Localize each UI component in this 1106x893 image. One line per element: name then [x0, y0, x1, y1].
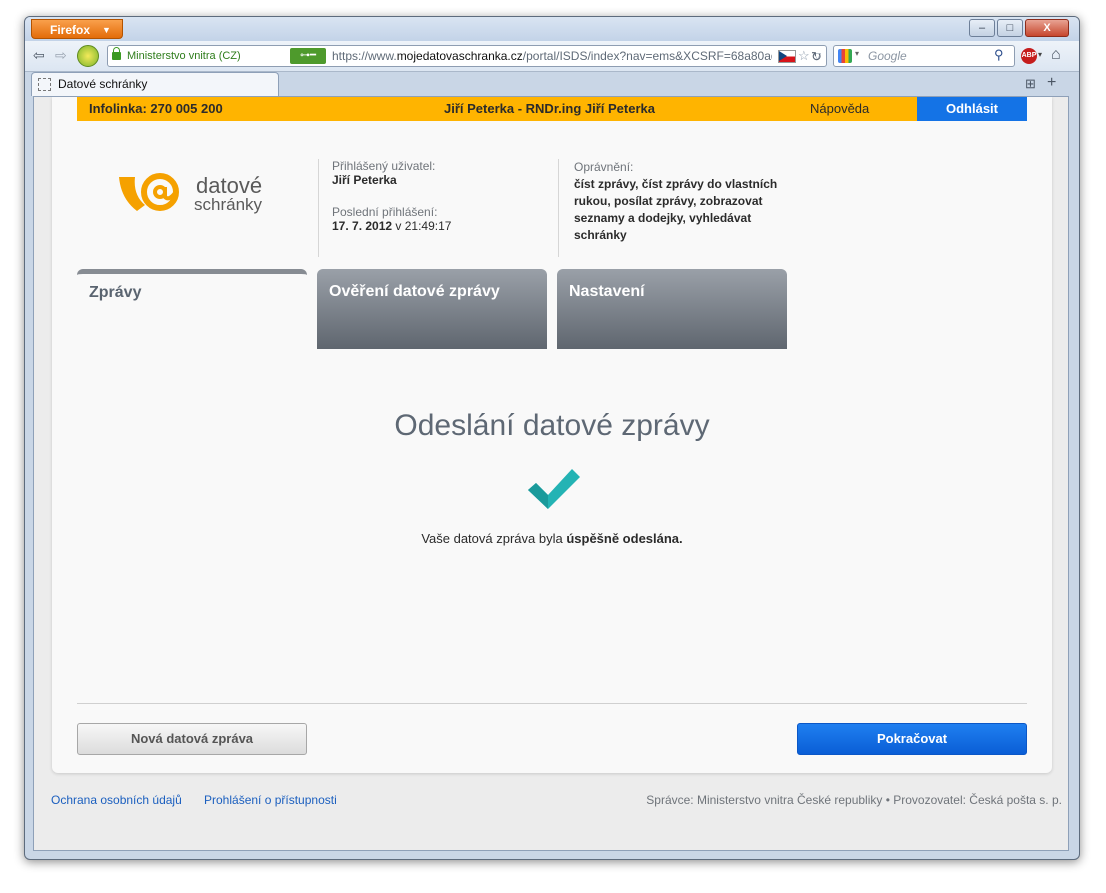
last-login-value: 17. 7. 2012 v 21:49:17 [332, 219, 451, 233]
back-icon[interactable]: ⇦ [33, 47, 45, 64]
reload-icon[interactable]: ↻ [811, 49, 822, 65]
permissions-info: Oprávnění: číst zprávy, číst zprávy do v… [574, 159, 814, 244]
logged-user-info: Přihlášený uživatel: Jiří Peterka [332, 159, 435, 187]
tab-overeni[interactable]: Ověření datové zprávy [317, 269, 547, 349]
key-icon[interactable]: ⊶━ [290, 48, 326, 64]
help-link[interactable]: Nápověda [810, 97, 869, 121]
last-login-label: Poslední přihlášení: [332, 205, 438, 219]
url-path: /portal/ISDS/index?nav=ems&XCSRF=68a80ad [522, 49, 772, 63]
title-bar: Firefox ▼ – □ X [25, 17, 1079, 41]
permissions-line1: číst zprávy, číst zprávy do vlastních [574, 177, 778, 191]
logo-text-line2: schránky [194, 195, 263, 214]
web-viewport: Infolinka: 270 005 200 Jiří Peterka - RN… [33, 96, 1069, 851]
continue-button[interactable]: Pokračovat [797, 723, 1027, 755]
last-login-date: 17. 7. 2012 [332, 219, 393, 233]
page-favicon-icon [38, 78, 51, 91]
maximize-button[interactable]: □ [997, 19, 1023, 37]
close-button[interactable]: X [1025, 19, 1069, 37]
hotline-text: Infolinka: 270 005 200 [89, 101, 223, 116]
logged-user-value: Jiří Peterka [332, 173, 397, 187]
permissions-label: Oprávnění: [574, 160, 634, 174]
search-engine-chevron-icon[interactable]: ▾ [855, 49, 859, 58]
tab-nastaveni[interactable]: Nastavení [557, 269, 787, 349]
tab-zpravy[interactable]: Zprávy [77, 269, 307, 349]
logged-user-text: Jiří Peterka - RNDr.ing Jiří Peterka [444, 101, 655, 116]
message-suffix: . [679, 531, 683, 546]
permissions-separator [558, 159, 559, 257]
operator-text: Správce: Ministerstvo vnitra České repub… [646, 793, 1062, 807]
navigation-toolbar: ⇦ ⇨ Ministerstvo vnitra (CZ) ⊶━ https://… [25, 41, 1079, 72]
privacy-addon-icon[interactable] [77, 45, 99, 67]
info-separator [318, 159, 319, 257]
search-input[interactable]: Google [868, 48, 907, 64]
adblock-icon[interactable]: ABP [1021, 48, 1037, 64]
new-tab-icon[interactable]: + [1047, 74, 1056, 92]
permissions-line2: rukou, posílat zprávy, zobrazovat [574, 194, 763, 208]
tab-strip: Datové schránky ⊞ + [25, 72, 1079, 96]
message-prefix: Vaše datová zpráva byla [421, 531, 567, 546]
permissions-line4: schránky [574, 228, 627, 242]
logged-user-label: Přihlášený uživatel: [332, 159, 436, 173]
lock-icon [112, 47, 121, 60]
site-identity-label: Ministerstvo vnitra (CZ) [127, 50, 241, 62]
checkmark-icon [528, 469, 580, 509]
message-strong: úspěšně odeslána [566, 531, 680, 546]
url-text[interactable]: https://www.mojedatovaschranka.cz/portal… [332, 48, 772, 64]
browser-window: Firefox ▼ – □ X ⇦ ⇨ Ministerstvo vnitra … [24, 16, 1080, 860]
accessibility-link[interactable]: Prohlášení o přístupnosti [204, 793, 337, 807]
url-domain: mojedatovaschranka.cz [396, 49, 523, 63]
bookmark-star-icon[interactable]: ☆ [798, 48, 810, 64]
top-info-bar: Infolinka: 270 005 200 Jiří Peterka - RN… [77, 97, 1027, 121]
tab-groups-icon[interactable]: ⊞ [1025, 76, 1036, 92]
last-login-time: v 21:49:17 [392, 219, 452, 233]
browser-tab-title: Datové schránky [58, 77, 148, 91]
page-container: Infolinka: 270 005 200 Jiří Peterka - RN… [52, 97, 1052, 773]
browser-tab[interactable]: Datové schránky [31, 72, 279, 96]
forward-icon[interactable]: ⇨ [55, 47, 67, 64]
logout-button[interactable]: Odhlásit [917, 97, 1027, 121]
page-title: Odeslání datové zprávy [394, 409, 710, 442]
search-icon[interactable]: ⚲ [994, 47, 1004, 63]
divider [77, 703, 1027, 704]
url-bar[interactable]: Ministerstvo vnitra (CZ) ⊶━ https://www.… [107, 45, 827, 67]
site-identity[interactable]: Ministerstvo vnitra (CZ) [112, 47, 241, 64]
permissions-line3: seznamy a dodejky, vyhledávat [574, 211, 752, 225]
minimize-button[interactable]: – [969, 19, 995, 37]
czech-flag-icon [778, 50, 796, 63]
search-bar[interactable]: ▾ Google ⚲ [833, 45, 1015, 67]
firefox-menu-label: Firefox [50, 23, 91, 37]
chevron-down-icon: ▼ [102, 25, 111, 35]
datove-schranky-logo[interactable]: datové schránky [117, 173, 277, 233]
success-message: Vaše datová zpráva byla úspěšně odeslána… [52, 531, 1052, 546]
home-icon[interactable]: ⌂ [1051, 46, 1061, 64]
google-icon[interactable] [838, 49, 852, 63]
new-message-button[interactable]: Nová datová zpráva [77, 723, 307, 755]
firefox-menu-button[interactable]: Firefox ▼ [31, 19, 123, 39]
adblock-menu-icon[interactable]: ▾ [1038, 50, 1042, 59]
url-prefix: https://www. [332, 49, 397, 63]
last-login-info: Poslední přihlášení: 17. 7. 2012 v 21:49… [332, 205, 451, 233]
privacy-link[interactable]: Ochrana osobních údajů [51, 793, 182, 807]
